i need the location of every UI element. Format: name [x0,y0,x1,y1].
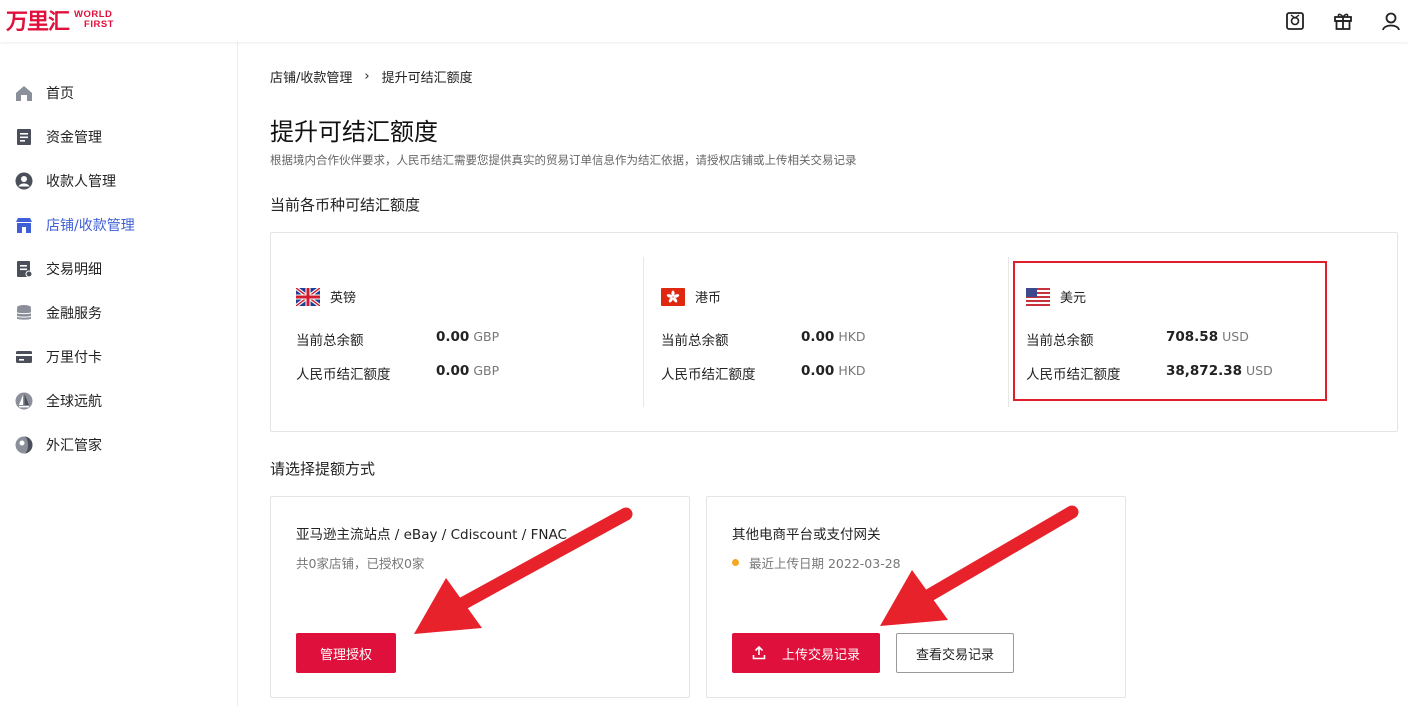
quota-amount: 0.00 GBP [436,363,499,379]
currency-card-gbp: 英镑 当前总余额 0.00 GBP 人民币结汇额度 0.00 GBP [271,257,619,407]
sidebar-item-card[interactable]: 万里付卡 [0,339,237,375]
sidebar-item-label: 全球远航 [46,394,102,410]
upload-records-button[interactable]: 上传交易记录 [732,633,880,673]
gift-icon[interactable] [1330,8,1356,34]
hk-flag-icon [661,287,685,306]
usd-highlight-box [1013,261,1327,401]
balance-amount: 0.00 HKD [801,329,866,345]
page-title: 提升可结汇额度 [270,118,438,146]
card-title: 其他电商平台或支付网关 [732,527,881,543]
quota-row: 人民币结汇额度 0.00 GBP [296,363,499,383]
sidebar-item-payees[interactable]: 收款人管理 [0,163,237,199]
main-content: 店铺/收款管理 › 提升可结汇额度 提升可结汇额度 根据境内合作伙伴要求，人民币… [238,42,1408,706]
page-description: 根据境内合作伙伴要求，人民币结汇需要您提供真实的贸易订单信息作为结汇依据，请授权… [270,153,857,167]
manage-authorization-button[interactable]: 管理授权 [296,633,396,673]
person-circle-icon [15,172,33,190]
brand-logo[interactable]: 万里汇 WORLD FIRST [6,4,114,36]
last-upload-date: 最近上传日期 2022-03-28 [749,556,901,571]
breadcrumb: 店铺/收款管理 › 提升可结汇额度 [270,67,473,86]
upload-icon [752,646,766,660]
sidebar: 首页 资金管理 收款人管理 店铺/收款管理 交易明细 金融服务 万里付卡 全球远… [0,42,238,706]
list-doc-icon [17,261,33,278]
sidebar-item-label: 首页 [46,86,74,102]
quota-label: 人民币结汇额度 [661,367,756,383]
sidebar-item-label: 收款人管理 [46,174,116,190]
sail-icon [15,392,33,410]
sidebar-item-funds[interactable]: 资金管理 [0,119,237,155]
methods-section-title: 请选择提额方式 [270,460,376,478]
currency-unit: GBP [473,329,500,344]
logo-text-en: WORLD FIRST [74,10,114,30]
currency-unit: HKD [838,363,866,378]
document-icon [17,129,31,145]
breadcrumb-parent[interactable]: 店铺/收款管理 [270,67,352,86]
currency-unit: HKD [838,329,866,344]
balances-panel: 英镑 当前总余额 0.00 GBP 人民币结汇额度 0.00 GBP 港币 当前… [270,232,1398,432]
sidebar-item-voyage[interactable]: 全球远航 [0,383,237,419]
sidebar-item-label: 外汇管家 [46,438,102,454]
sidebar-item-transactions[interactable]: 交易明细 [0,251,237,287]
currency-header: 港币 [661,287,721,306]
balance-label: 当前总余额 [296,333,364,349]
balance-value: 0.00 [801,329,835,345]
user-icon[interactable] [1378,8,1404,34]
balances-section-title: 当前各币种可结汇额度 [270,196,421,214]
status-dot [732,559,739,566]
currency-header: 英镑 [296,287,356,306]
balance-amount: 0.00 GBP [436,329,499,345]
quota-amount: 0.00 HKD [801,363,866,379]
other-method-card: 其他电商平台或支付网关 最近上传日期 2022-03-28 上传交易记录 查看交… [706,496,1126,698]
store-icon [16,218,32,233]
uk-flag-icon [296,287,320,306]
globe-icon [15,436,33,454]
card-icon [16,351,32,363]
currency-name: 港币 [695,291,722,306]
message-box-icon[interactable] [1282,8,1308,34]
quota-value: 0.00 [436,363,470,379]
top-icons [1282,8,1404,34]
quota-value: 0.00 [801,363,835,379]
quota-row: 人民币结汇额度 0.00 HKD [661,363,866,383]
view-records-button[interactable]: 查看交易记录 [896,633,1014,673]
balance-row: 当前总余额 0.00 HKD [661,329,866,349]
quota-label: 人民币结汇额度 [296,367,391,383]
logo-en-line2: FIRST [84,19,114,30]
balance-row: 当前总余额 0.00 GBP [296,329,499,349]
balance-label: 当前总余额 [661,333,729,349]
sidebar-item-store[interactable]: 店铺/收款管理 [0,207,237,243]
sidebar-item-home[interactable]: 首页 [0,75,237,111]
sidebar-item-label: 万里付卡 [46,350,102,366]
breadcrumb-separator: › [364,69,370,84]
sidebar-item-label: 店铺/收款管理 [46,218,135,234]
logo-text-cn: 万里汇 [6,10,70,35]
currency-unit: GBP [473,363,500,378]
card-title: 亚马逊主流站点 / eBay / Cdiscount / FNAC [296,527,567,543]
sidebar-item-label: 资金管理 [46,130,102,146]
sidebar-item-label: 金融服务 [46,306,102,322]
database-icon [16,305,32,320]
top-bar: 万里汇 WORLD FIRST [0,0,1408,42]
sidebar-item-finance[interactable]: 金融服务 [0,295,237,331]
breadcrumb-current: 提升可结汇额度 [381,71,473,86]
amazon-method-card: 亚马逊主流站点 / eBay / Cdiscount / FNAC 共0家店铺，… [270,496,690,698]
card-subtitle: 共0家店铺，已授权0家 [296,556,425,571]
upload-button-label: 上传交易记录 [781,647,860,663]
sidebar-item-label: 交易明细 [46,262,102,278]
balance-value: 0.00 [436,329,470,345]
home-icon [16,86,32,101]
sidebar-item-forex[interactable]: 外汇管家 [0,427,237,463]
currency-card-hkd: 港币 当前总余额 0.00 HKD 人民币结汇额度 0.00 HKD [636,257,984,407]
currency-name: 英镑 [330,291,357,306]
card-subtitle: 最近上传日期 2022-03-28 [732,553,901,572]
